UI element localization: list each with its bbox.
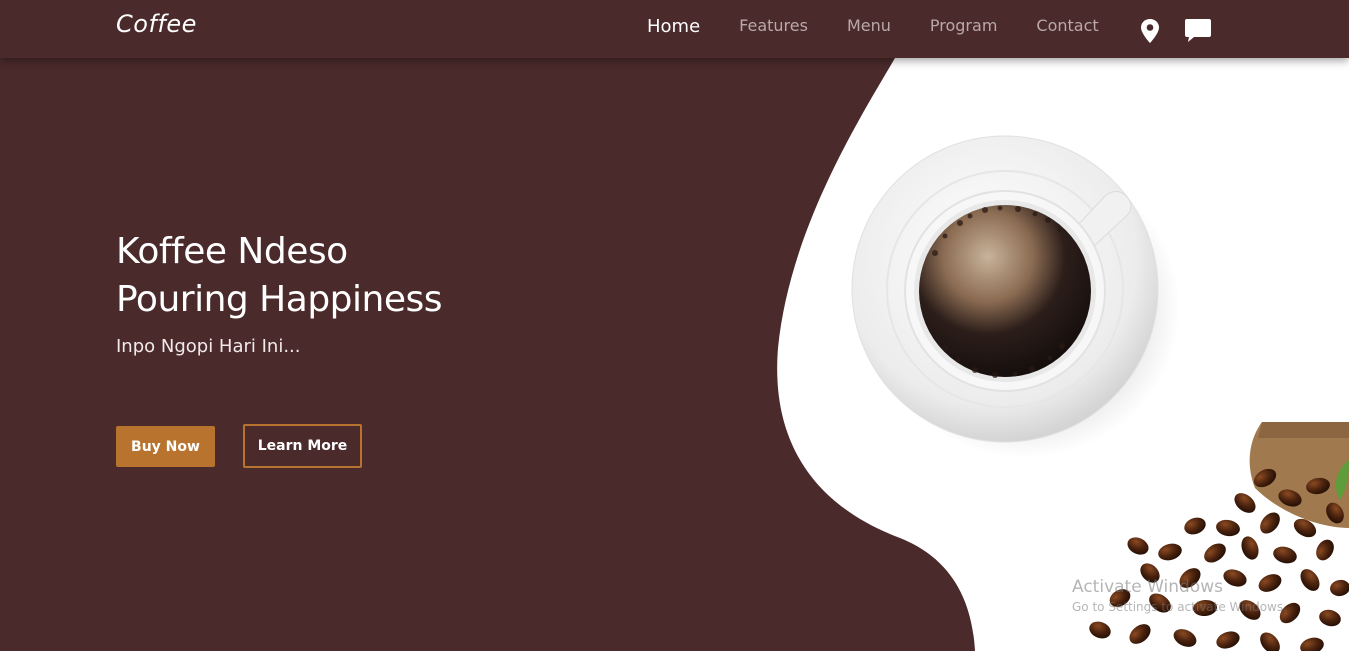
location-pin-icon[interactable] bbox=[1140, 18, 1160, 48]
hero-text: Koffee Ndeso Pouring Happiness Inpo Ngop… bbox=[116, 228, 443, 357]
navbar: Coffee Home Features Menu Program Contac… bbox=[0, 0, 1349, 58]
hero-title-line1: Koffee Ndeso bbox=[116, 231, 348, 272]
hero-section: Koffee Ndeso Pouring Happiness Inpo Ngop… bbox=[0, 58, 1349, 651]
watermark-subtitle: Go to Settings to activate Windows. bbox=[1072, 600, 1287, 614]
buy-now-button[interactable]: Buy Now bbox=[116, 426, 215, 467]
nav-link-program[interactable]: Program bbox=[930, 14, 998, 41]
nav-link-home[interactable]: Home bbox=[647, 13, 700, 41]
nav-link-menu[interactable]: Menu bbox=[847, 14, 891, 41]
brand-logo[interactable]: Coffee bbox=[116, 10, 197, 38]
activate-windows-watermark: Activate Windows Go to Settings to activ… bbox=[1072, 576, 1287, 616]
watermark-title: Activate Windows bbox=[1072, 577, 1223, 597]
hero-subtitle: Inpo Ngopi Hari Ini... bbox=[116, 336, 301, 357]
hero-title-line2: Pouring Happiness bbox=[116, 279, 443, 320]
nav-link-contact[interactable]: Contact bbox=[1036, 14, 1098, 41]
chat-bubble-icon[interactable] bbox=[1184, 18, 1212, 48]
nav-link-features[interactable]: Features bbox=[739, 14, 808, 41]
nav-icons bbox=[1140, 18, 1212, 48]
learn-more-button[interactable]: Learn More bbox=[243, 424, 362, 468]
hero-title: Koffee Ndeso Pouring Happiness bbox=[116, 228, 443, 324]
nav-menu: Home Features Menu Program Contact bbox=[647, 14, 1138, 41]
